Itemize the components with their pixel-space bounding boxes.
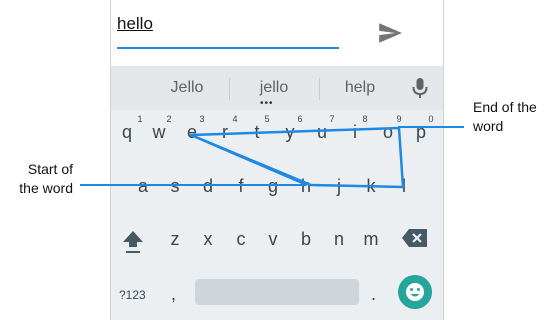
start-callout-text: Start of	[27, 161, 73, 177]
input-underline	[117, 47, 339, 49]
compose-area: hello	[111, 0, 443, 66]
end-callout-label: End of the word	[473, 98, 537, 136]
start-callout-line	[80, 184, 306, 186]
start-callout-label: Start of the word	[5, 160, 73, 198]
end-callout-line	[398, 126, 464, 128]
message-input[interactable]: hello	[117, 14, 153, 34]
start-callout-text: the word	[19, 180, 73, 196]
send-icon[interactable]	[377, 20, 403, 46]
end-callout-text: End of the	[473, 99, 537, 115]
phone-screen: hello Jello jello ••• help 1 2 3 4 5 6 7…	[110, 0, 444, 320]
gesture-trace	[189, 126, 405, 189]
keyboard: Jello jello ••• help 1 2 3 4 5 6 7 8 9 0…	[111, 66, 443, 320]
end-callout-text: word	[473, 118, 504, 134]
